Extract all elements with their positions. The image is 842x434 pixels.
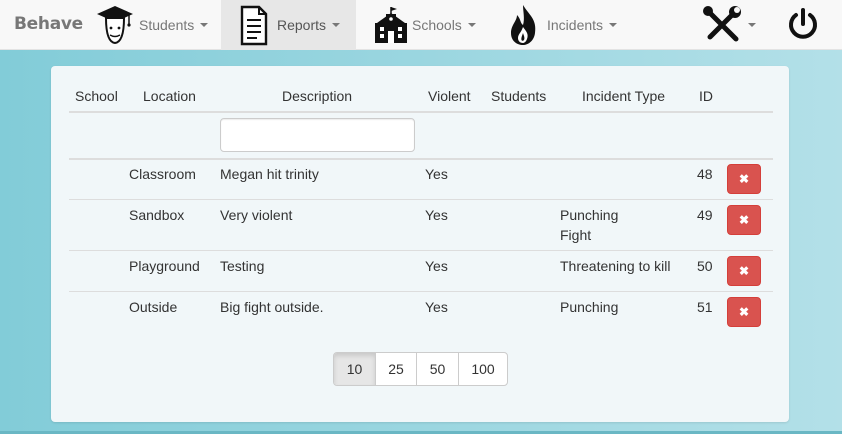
cell-location: Sandbox [129,207,185,223]
document-icon [239,4,269,46]
col-header-id[interactable]: ID [699,88,713,104]
close-icon: ✖ [738,305,750,319]
page-size-selector: 10 25 50 100 [333,352,508,386]
chevron-down-icon [332,23,341,27]
reports-panel: School Location Description Violent Stud… [51,66,789,422]
chevron-down-icon [200,23,209,27]
close-icon: ✖ [738,213,750,227]
nav-tools[interactable] [702,0,760,50]
cell-violent: Yes [425,299,448,315]
row-divider [69,291,773,292]
row-divider [69,250,773,251]
nav-reports[interactable]: Reports [221,0,356,50]
page-size-50-button[interactable]: 50 [416,353,458,385]
cell-violent: Yes [425,207,448,223]
page-size-10-button[interactable]: 10 [334,353,375,385]
cell-description: Very violent [220,207,293,223]
nav-students-label: Students [139,17,195,33]
col-header-description[interactable]: Description [282,88,352,104]
fire-icon [507,3,539,47]
cell-description: Big fight outside. [220,299,324,315]
col-header-school[interactable]: School [75,88,118,104]
cell-id: 48 [697,166,713,182]
delete-button[interactable]: ✖ [727,297,761,327]
close-icon: ✖ [738,172,750,186]
page-size-25-button[interactable]: 25 [375,353,416,385]
col-header-violent[interactable]: Violent [428,88,471,104]
cell-incident-type: Threatening to kill [560,258,671,274]
nav-schools-label: Schools [412,17,462,33]
nav-incidents[interactable]: Incidents [507,0,622,50]
graduation-cap-student-icon [95,4,135,46]
cell-location: Playground [129,258,200,274]
col-header-location[interactable]: Location [143,88,196,104]
power-button[interactable] [786,0,826,50]
chevron-down-icon [467,23,476,27]
col-header-students[interactable]: Students [491,88,546,104]
cell-violent: Yes [425,258,448,274]
chevron-down-icon [609,23,618,27]
nav-incidents-label: Incidents [547,17,604,33]
cell-description: Testing [220,258,265,274]
schoolhouse-icon [372,5,410,45]
filter-divider [69,158,773,160]
cell-description: Megan hit trinity [220,166,319,182]
cell-id: 49 [697,207,713,223]
row-divider [69,199,773,200]
cell-location: Classroom [129,166,196,182]
delete-button[interactable]: ✖ [727,205,761,235]
close-icon: ✖ [738,264,750,278]
cell-location: Outside [129,299,178,315]
cell-violent: Yes [425,166,448,182]
cell-incident-type: Punching [560,299,619,315]
nav-students[interactable]: Students [95,0,215,50]
col-header-incident-type[interactable]: Incident Type [582,88,665,104]
brand-logo[interactable]: Behave [14,14,83,34]
page-size-100-button[interactable]: 100 [458,353,507,385]
header-divider [69,111,773,113]
navbar: Behave Students Reports Schools Incident… [0,0,842,50]
cell-incident-type: Punching [560,207,619,223]
nav-schools[interactable]: Schools [372,0,482,50]
cell-incident-type-2: Fight [560,227,592,243]
power-icon [786,7,820,43]
nav-reports-label: Reports [277,17,327,33]
description-filter-input[interactable] [220,118,415,152]
delete-button[interactable]: ✖ [727,164,761,194]
delete-button[interactable]: ✖ [727,256,761,286]
chevron-down-icon [748,23,756,27]
cell-id: 51 [697,299,713,315]
cell-id: 50 [697,258,713,274]
wrench-screwdriver-icon [702,5,742,45]
